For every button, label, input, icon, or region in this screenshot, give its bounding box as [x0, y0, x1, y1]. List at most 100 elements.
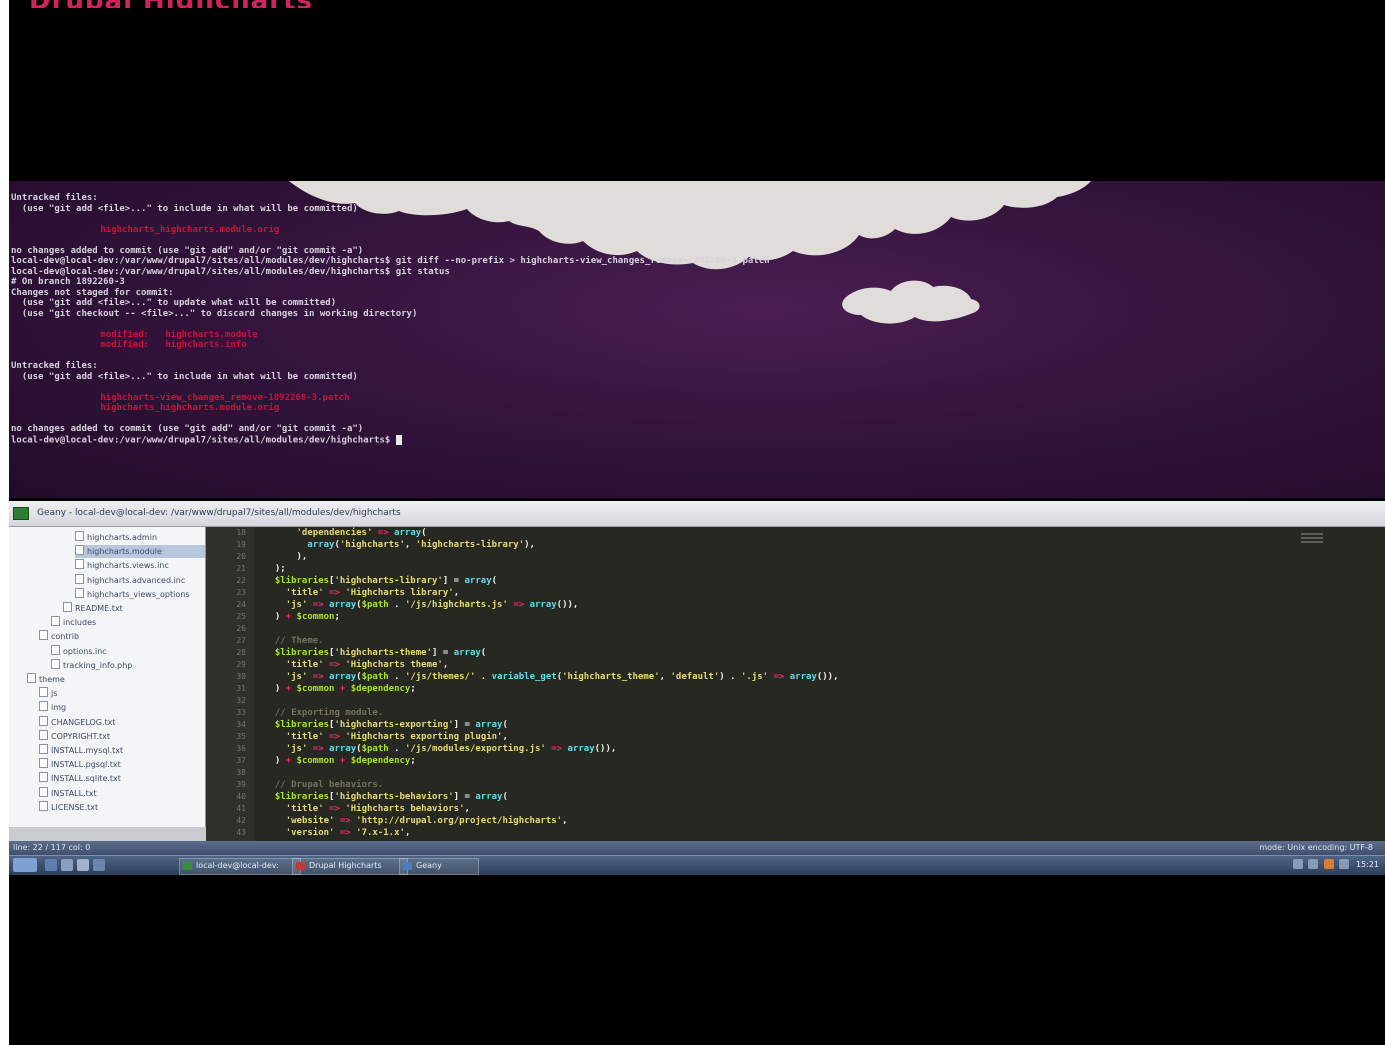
taskbar-task[interactable]: local-dev@local-dev:: [179, 858, 301, 875]
line-number: 35: [236, 732, 246, 741]
tree-item-label: contrib: [51, 632, 80, 642]
code-line[interactable]: 'js' => array($path . '/js/highcharts.js…: [264, 599, 1325, 611]
tree-item[interactable]: COPYRIGHT.txt: [39, 729, 205, 743]
network-icon[interactable]: [1292, 859, 1303, 869]
code-line[interactable]: 'js' => array($path . '/js/modules/expor…: [264, 743, 1325, 755]
tree-item[interactable]: LICENSE.txt: [39, 800, 205, 814]
tree-item[interactable]: options.inc: [51, 644, 205, 658]
code-line[interactable]: 'title' => 'Highcharts theme',: [264, 659, 1325, 671]
tree-item-label: LICENSE.txt: [51, 802, 99, 812]
code-line[interactable]: $libraries['highcharts-theme'] = array(: [264, 647, 1325, 659]
code-line[interactable]: ) + $common + $dependency;: [264, 755, 1325, 767]
tree-item-label: highcharts.advanced.inc: [87, 575, 186, 585]
geany-window[interactable]: Geany - local-dev@local-dev: /var/www/dr…: [9, 501, 1385, 874]
start-menu-button[interactable]: [13, 858, 37, 872]
status-position: line: 22 / 117 col: 0: [13, 843, 91, 852]
code-line[interactable]: array('highcharts', 'highcharts-library'…: [264, 539, 1325, 551]
tree-item[interactable]: includes: [51, 616, 205, 629]
taskbar-task[interactable]: Drupal Highcharts: [292, 858, 408, 875]
tree-item[interactable]: js: [39, 687, 205, 700]
window-titlebar[interactable]: Geany - local-dev@local-dev: /var/www/dr…: [9, 501, 1385, 527]
task-app-icon: [183, 862, 192, 870]
code-editor[interactable]: 18 19 20 21 22 23 24 25 26 27 28 29 30 31 32 33 34 35 36 37…: [206, 527, 1385, 841]
code-line[interactable]: // Exporting module.: [264, 707, 1325, 719]
tree-item-label: INSTALL.mysql.txt: [51, 746, 124, 755]
geany-app-icon: [13, 507, 29, 520]
terminal-line: highcharts_highcharts.module.orig: [57, 403, 280, 413]
tree-item[interactable]: highcharts_views_options: [75, 587, 205, 601]
tree-item-label: README.txt: [75, 604, 123, 613]
terminal-window[interactable]: Untracked files: (use "git add <file>...…: [9, 181, 1385, 498]
code-line[interactable]: ) + $common;: [264, 611, 1325, 623]
terminal-line: modified: highcharts.info: [57, 340, 247, 350]
code-line[interactable]: );: [264, 563, 1325, 575]
code-line[interactable]: [264, 695, 1325, 707]
file-icon: [51, 616, 60, 627]
line-number: 25: [236, 612, 246, 621]
tree-item[interactable]: highcharts.admin: [75, 531, 205, 544]
tree-item[interactable]: INSTALL.txt: [39, 786, 205, 800]
code-line[interactable]: 'version' => '7.x-1.x',: [264, 827, 1325, 839]
code-line[interactable]: 'title' => 'Highcharts library',: [264, 587, 1325, 599]
code-line[interactable]: $libraries['highcharts-library'] = array…: [264, 575, 1325, 587]
terminal-line: highcharts_highcharts.module.orig: [57, 224, 280, 235]
line-number: 43: [236, 828, 246, 837]
task-label: Geany: [416, 861, 442, 870]
code-line[interactable]: // Theme.: [264, 635, 1325, 647]
code-line[interactable]: 'title' => 'Highcharts exporting plugin'…: [264, 731, 1325, 743]
code-line[interactable]: // Drupal behaviors.: [264, 779, 1325, 791]
terminal-line: local-dev@local-dev:/var/www/drupal7/sit…: [11, 434, 1375, 445]
terminal-line: no changes added to commit (use "git add…: [11, 424, 364, 434]
browser-launcher-icon[interactable]: [45, 859, 57, 871]
tree-item[interactable]: img: [39, 701, 205, 714]
volume-icon[interactable]: [1308, 859, 1319, 869]
code-line[interactable]: $libraries['highcharts-behaviors'] = arr…: [264, 791, 1325, 803]
code-area[interactable]: 'dependencies' => array( array('highchar…: [264, 527, 1325, 839]
code-line[interactable]: 'title' => 'Highcharts behaviors',: [264, 803, 1325, 815]
tree-item[interactable]: README.txt: [63, 602, 205, 615]
tree-item[interactable]: highcharts.advanced.inc: [75, 573, 205, 587]
code-line[interactable]: $libraries['highcharts-exporting'] = arr…: [264, 719, 1325, 731]
file-icon: [75, 531, 84, 541]
tree-item[interactable]: INSTALL.mysql.txt: [39, 744, 205, 757]
update-icon[interactable]: [1323, 859, 1334, 869]
tree-item[interactable]: INSTALL.pgsql.txt: [39, 758, 205, 771]
tree-item[interactable]: highcharts.module: [75, 545, 205, 559]
tree-item[interactable]: tracking_info.php: [51, 658, 205, 672]
terminal-line: no changes added to commit (use "git add…: [11, 245, 364, 256]
tree-item[interactable]: CHANGELOG.txt: [39, 715, 205, 729]
code-line[interactable]: 'js' => array($path . '/js/themes/' . va…: [264, 671, 1325, 683]
battery-icon[interactable]: [1339, 859, 1350, 869]
tree-item[interactable]: INSTALL.sqlite.txt: [39, 772, 205, 785]
line-number: 30: [236, 672, 246, 681]
code-line[interactable]: [264, 767, 1325, 779]
tree-item-label: highcharts.views.inc: [87, 561, 169, 571]
code-line[interactable]: [264, 623, 1325, 635]
tree-item-label: INSTALL.txt: [51, 788, 97, 798]
taskbar-task[interactable]: Geany: [399, 858, 479, 875]
file-tree-sidebar[interactable]: highcharts.admin highcharts.module highcha…: [9, 527, 206, 827]
tree-item[interactable]: contrib: [39, 630, 205, 643]
system-tray: 15:21: [1290, 859, 1379, 872]
line-number: 39: [236, 780, 246, 789]
file-icon: [39, 744, 48, 754]
terminal-line: (use "git add <file>..." to include in w…: [11, 203, 358, 214]
clock[interactable]: 15:21: [1356, 860, 1379, 869]
tree-item-label: js: [51, 689, 58, 699]
line-number: 33: [236, 708, 246, 717]
line-number: 23: [236, 588, 246, 597]
code-line[interactable]: ) + $common + $dependency;: [264, 683, 1325, 695]
code-line[interactable]: 'dependencies' => array(: [264, 527, 1325, 539]
tree-item-label: highcharts.module: [87, 547, 162, 557]
tree-item[interactable]: theme: [27, 673, 205, 686]
file-manager-launcher-icon[interactable]: [61, 859, 73, 871]
desktop-launcher-icon[interactable]: [93, 859, 105, 871]
line-number: 20: [236, 552, 246, 561]
terminal-line: local-dev@local-dev:/var/www/drupal7/sit…: [11, 266, 450, 277]
terminal-launcher-icon[interactable]: [77, 859, 89, 871]
code-line[interactable]: 'website' => 'http://drupal.org/project/…: [264, 815, 1325, 827]
tree-item[interactable]: highcharts.views.inc: [75, 559, 205, 572]
code-line[interactable]: ),: [264, 551, 1325, 563]
